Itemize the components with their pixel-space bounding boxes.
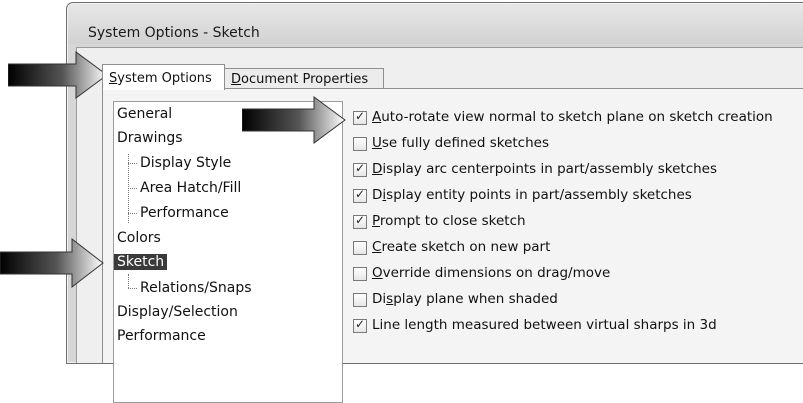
- label-part: isplay arc centerpoints in part/assembly…: [382, 161, 718, 177]
- checkmark-icon: ✓: [354, 109, 366, 123]
- checkmark-icon: ✓: [354, 317, 366, 331]
- option-label: Create sketch on new part: [372, 239, 550, 255]
- tree-item-colors[interactable]: Colors: [117, 230, 161, 246]
- label-part: D: [372, 187, 383, 203]
- tab-accel: D: [231, 72, 242, 87]
- checkbox[interactable]: ✓: [353, 161, 367, 177]
- tree-item-sketch[interactable]: Sketch: [114, 254, 168, 270]
- label-part: play plane when shaded: [393, 291, 558, 307]
- checkmark-icon: ✓: [354, 161, 366, 175]
- tab-label: ocument Properties: [241, 72, 369, 87]
- checkbox[interactable]: ✓: [353, 317, 367, 333]
- label-accel: O: [372, 265, 383, 281]
- tree-connector: [128, 288, 137, 289]
- tree-item-display-selection[interactable]: Display/Selection: [117, 304, 238, 320]
- label-part: rompt to close sketch: [379, 213, 526, 229]
- checkbox[interactable]: [353, 241, 367, 255]
- callout-arrow-icon: [0, 238, 104, 288]
- dialog-client-area: System Options Document Properties Gener…: [76, 47, 803, 403]
- title-bar[interactable]: System Options - Sketch: [68, 4, 803, 44]
- label-part: splay entity points in part/assembly ske…: [386, 187, 692, 203]
- option-label: Display entity points in part/assembly s…: [372, 187, 692, 203]
- tab-panel: General Drawings Display Style Area Hatc…: [102, 88, 803, 403]
- tree-item-general[interactable]: General: [117, 106, 172, 122]
- checkmark-icon: ✓: [354, 187, 366, 201]
- label-part: reate sketch on new part: [381, 239, 551, 255]
- tab-label: ystem Options: [117, 71, 212, 86]
- option-label: Line length measured between virtual sha…: [372, 317, 717, 333]
- checkbox[interactable]: ✓: [353, 187, 367, 203]
- option-label: Auto-rotate view normal to sketch plane …: [372, 109, 773, 125]
- tree-item-area-hatch-fill[interactable]: Area Hatch/Fill: [140, 180, 241, 196]
- label-accel: P: [372, 213, 380, 229]
- tree-item-relations-snaps[interactable]: Relations/Snaps: [140, 280, 252, 296]
- label-accel: D: [372, 161, 383, 177]
- callout-arrow-icon: [242, 96, 346, 144]
- tree-item-performance[interactable]: Performance: [117, 328, 206, 344]
- tree-connector: [128, 163, 137, 164]
- label-part: verride dimensions on drag/move: [382, 265, 611, 281]
- label-accel: U: [372, 135, 382, 151]
- checkmark-icon: ✓: [354, 213, 366, 227]
- checkbox[interactable]: ✓: [353, 109, 367, 125]
- option-label: Use fully defined sketches: [372, 135, 549, 151]
- checkbox[interactable]: [353, 137, 367, 151]
- tree-item-drawings[interactable]: Drawings: [117, 130, 183, 146]
- tab-document-properties[interactable]: Document Properties: [224, 68, 384, 89]
- callout-arrow-icon: [8, 51, 108, 99]
- options-dialog: System Options - Sketch System Options D…: [66, 2, 803, 403]
- checkbox[interactable]: ✓: [353, 213, 367, 229]
- option-label: Prompt to close sketch: [372, 213, 526, 229]
- options-tree[interactable]: General Drawings Display Style Area Hatc…: [113, 101, 343, 403]
- label-part: se fully defined sketches: [381, 135, 549, 151]
- label-accel: A: [372, 109, 382, 125]
- label-part: Di: [372, 291, 387, 307]
- checkbox[interactable]: [353, 293, 367, 307]
- option-label: Display plane when shaded: [372, 291, 558, 307]
- option-label: Override dimensions on drag/move: [372, 265, 610, 281]
- tree-item-drawings-performance[interactable]: Performance: [140, 205, 229, 221]
- label-part: Line length measured between virtual sha…: [372, 317, 717, 333]
- tree-connector: [128, 274, 129, 288]
- tree-item-display-style[interactable]: Display Style: [140, 155, 231, 171]
- tree-connector: [128, 188, 137, 189]
- label-part: uto-rotate view normal to sketch plane o…: [381, 109, 773, 125]
- window-title: System Options - Sketch: [88, 25, 260, 41]
- checkbox[interactable]: [353, 267, 367, 281]
- tree-connector: [128, 213, 137, 214]
- option-label: Display arc centerpoints in part/assembl…: [372, 161, 717, 177]
- tab-system-options[interactable]: System Options: [102, 64, 225, 90]
